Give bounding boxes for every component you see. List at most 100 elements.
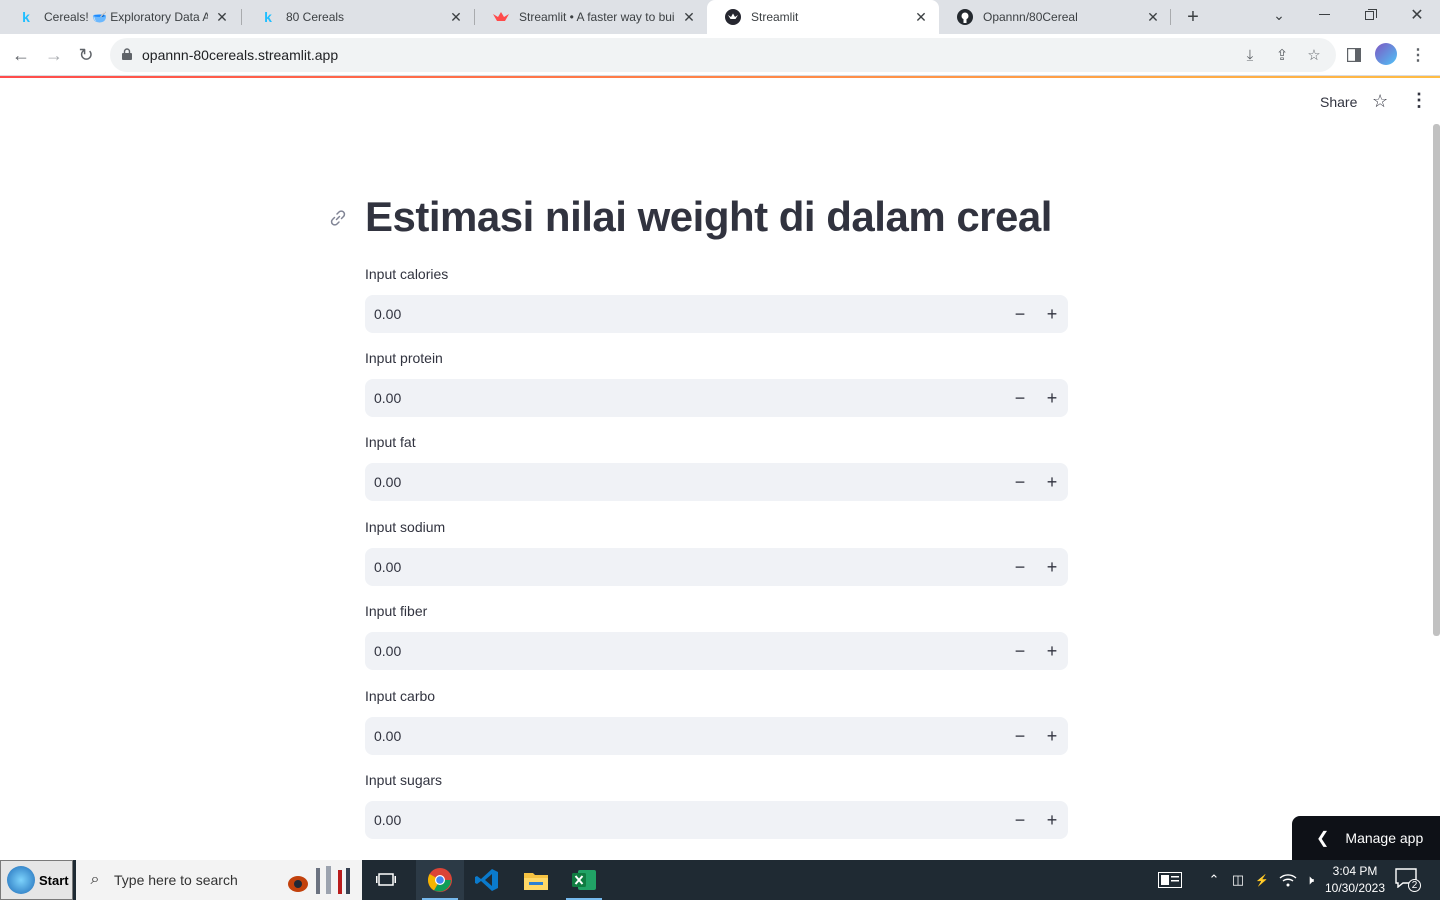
decrement-button[interactable]: − (1004, 379, 1036, 417)
tab-search-chevron-icon[interactable]: ⌄ (1256, 0, 1302, 30)
increment-button[interactable]: + (1036, 463, 1068, 501)
carbo-number-input: − + (365, 717, 1068, 755)
reload-icon[interactable]: ↻ (73, 42, 99, 68)
streamlit-icon (725, 9, 741, 25)
file-explorer-taskbar-icon[interactable] (512, 860, 560, 900)
news-widget-icon[interactable] (1156, 860, 1184, 900)
wifi-icon[interactable] (1277, 860, 1299, 900)
close-icon[interactable]: ✕ (1145, 9, 1161, 25)
increment-button[interactable]: + (1036, 295, 1068, 333)
decrement-button[interactable]: − (1004, 632, 1036, 670)
tab-title: Streamlit (751, 10, 799, 24)
app-header: Share ☆ ⋮ (0, 78, 1440, 124)
anchor-link-icon[interactable] (328, 208, 348, 228)
protein-number-input: − + (365, 379, 1068, 417)
github-icon (957, 9, 973, 25)
task-view-icon[interactable] (362, 860, 410, 900)
vscode-taskbar-icon[interactable] (463, 860, 511, 900)
star-icon[interactable]: ☆ (1372, 91, 1388, 112)
start-button[interactable]: Start (0, 860, 73, 900)
close-icon[interactable]: ✕ (214, 9, 230, 25)
app-menu-icon[interactable]: ⋮ (1410, 90, 1428, 111)
share-button[interactable]: Share (1320, 94, 1357, 110)
tab-title: Opannn/80Cereal (983, 10, 1078, 24)
tab-streamlit-app[interactable]: Streamlit ✕ (707, 0, 939, 34)
bookmark-star-icon[interactable]: ☆ (1304, 45, 1324, 65)
battery-icon[interactable]: ⚡ (1252, 860, 1272, 900)
url-text: opannn-80cereals.streamlit.app (142, 47, 339, 63)
sugars-number-input: − + (365, 801, 1068, 839)
fat-field: Input fat − + (365, 434, 1068, 501)
profile-avatar[interactable] (1375, 43, 1397, 65)
increment-button[interactable]: + (1036, 379, 1068, 417)
lock-icon[interactable] (122, 48, 132, 60)
page-scrollbar[interactable] (1433, 124, 1440, 636)
field-label: Input protein (365, 350, 443, 366)
start-label: Start (39, 872, 69, 888)
tab-github-repo[interactable]: Opannn/80Cereal ✕ (939, 0, 1171, 34)
protein-field: Input protein − + (365, 350, 1068, 417)
tab-title: Cereals! 🥣 Exploratory Data Analysis (44, 10, 208, 24)
field-label: Input calories (365, 266, 449, 282)
chrome-taskbar-icon[interactable] (416, 860, 464, 900)
streamlit-crown-icon (493, 9, 509, 25)
browser-menu-icon[interactable]: ⋮ (1407, 44, 1429, 66)
back-icon[interactable]: ← (8, 42, 34, 68)
decrement-button[interactable]: − (1004, 463, 1036, 501)
side-panel-icon[interactable] (1343, 44, 1365, 66)
calories-input[interactable] (365, 295, 985, 333)
fiber-field: Input fiber − + (365, 603, 1068, 670)
kaggle-icon: k (264, 9, 272, 25)
close-window-icon[interactable]: ✕ (1394, 0, 1440, 30)
tools-icon (288, 866, 350, 894)
decrement-button[interactable]: − (1004, 801, 1036, 839)
tab-streamlit-site[interactable]: Streamlit • A faster way to build ✕ (475, 0, 707, 34)
carbo-field: Input carbo − + (365, 688, 1068, 755)
minimize-icon[interactable] (1302, 0, 1348, 30)
show-hidden-icons-chevron-icon[interactable]: ⌃ (1204, 860, 1224, 900)
kaggle-icon: k (22, 9, 30, 25)
camera-icon[interactable]: ◫ (1228, 860, 1248, 900)
sugars-field: Input sugars − + (365, 772, 1068, 839)
field-label: Input sugars (365, 772, 443, 788)
increment-button[interactable]: + (1036, 632, 1068, 670)
excel-taskbar-icon[interactable] (560, 860, 608, 900)
new-tab-button[interactable]: + (1181, 5, 1205, 29)
share-page-icon[interactable]: ⇪ (1272, 45, 1292, 65)
chevron-left-icon: ❮ (1316, 830, 1330, 847)
calories-field: Input calories − + (365, 266, 1068, 333)
tab-cereals-eda[interactable]: k Cereals! 🥣 Exploratory Data Analysis ✕ (0, 0, 240, 34)
decrement-button[interactable]: − (1004, 717, 1036, 755)
increment-button[interactable]: + (1036, 548, 1068, 586)
forward-icon[interactable]: → (41, 42, 67, 68)
carbo-input[interactable] (365, 717, 985, 755)
restore-icon[interactable] (1348, 0, 1394, 30)
taskbar-clock[interactable]: 3:04 PM 10/30/2023 (1322, 863, 1388, 897)
fat-number-input: − + (365, 463, 1068, 501)
clock-date: 10/30/2023 (1324, 881, 1386, 895)
increment-button[interactable]: + (1036, 717, 1068, 755)
close-icon[interactable]: ✕ (448, 9, 464, 25)
decrement-button[interactable]: − (1004, 295, 1036, 333)
field-label: Input carbo (365, 688, 436, 704)
notification-center-icon[interactable]: 2 (1395, 868, 1421, 892)
manage-app-button[interactable]: ❮ Manage app (1292, 816, 1440, 860)
address-bar[interactable]: opannn-80cereals.streamlit.app ⤓ ⇪ ☆ (110, 38, 1336, 72)
tab-80-cereals[interactable]: k 80 Cereals ✕ (242, 0, 474, 34)
protein-input[interactable] (365, 379, 985, 417)
close-icon[interactable]: ✕ (913, 9, 929, 25)
decrement-button[interactable]: − (1004, 548, 1036, 586)
volume-muted-icon[interactable]: 🕨 (1300, 860, 1320, 900)
sodium-input[interactable] (365, 548, 985, 586)
fiber-input[interactable] (365, 632, 985, 670)
calories-number-input: − + (365, 295, 1068, 333)
page-title: Estimasi nilai weight di dalam creal (365, 193, 1052, 240)
close-icon[interactable]: ✕ (681, 9, 697, 25)
increment-button[interactable]: + (1036, 801, 1068, 839)
tab-title: Streamlit • A faster way to build (519, 10, 675, 24)
fat-input[interactable] (365, 463, 985, 501)
install-app-icon[interactable]: ⤓ (1240, 45, 1260, 65)
clock-time: 3:04 PM (1332, 864, 1378, 878)
sugars-input[interactable] (365, 801, 985, 839)
start-orb-icon (7, 866, 35, 894)
